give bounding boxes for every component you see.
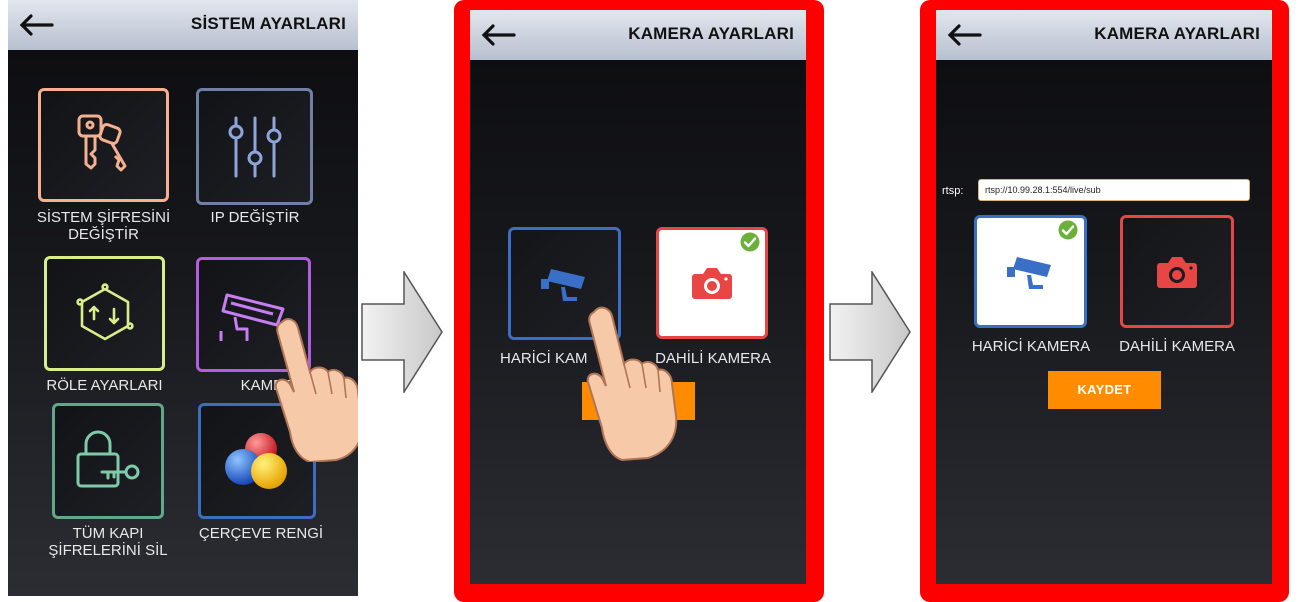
relay-circuit-icon	[75, 282, 134, 340]
photo-camera-icon	[692, 268, 732, 299]
arrow-left-icon[interactable]	[18, 14, 54, 36]
delete-door-passwords-line1: TÜM KAPI	[72, 525, 144, 542]
screen-camera-settings-step1: KAMERA AYARLARI HARİCİ KAM DAHİLİ KAMERA	[470, 10, 806, 584]
keys-icon	[77, 114, 126, 172]
top-bar: SİSTEM AYARLARI	[8, 0, 358, 50]
hand-pointer-icon	[586, 306, 678, 462]
sliders-icon	[228, 116, 281, 177]
ip-change-tile[interactable]	[196, 88, 313, 205]
security-camera-icon	[540, 268, 585, 301]
relay-settings-label: RÖLE AYARLARI	[46, 377, 163, 394]
arrow-right-icon	[361, 271, 443, 393]
rtsp-label: rtsp:	[942, 185, 964, 197]
arrow-right-icon	[829, 271, 911, 393]
frame-color-label: ÇERÇEVE RENGİ	[198, 525, 324, 542]
save-button[interactable]: KAYDET	[1048, 371, 1161, 409]
top-bar: KAMERA AYARLARI	[470, 10, 806, 60]
arrow-left-icon[interactable]	[480, 24, 516, 46]
system-password-label-line2: DEĞİŞTİR	[68, 226, 139, 243]
photo-camera-icon	[1157, 256, 1197, 288]
screen-camera-settings-step2: KAMERA AYARLARI rtsp: rtsp://10.99.28.1:…	[936, 10, 1272, 584]
delete-door-passwords-line2: ŞİFRELERİNİ SİL	[48, 542, 168, 559]
screen-system-settings: SİSTEM AYARLARI SİSTEM ŞİFRESİNİ DEĞİŞTİ…	[8, 0, 358, 596]
system-password-label: SİSTEM ŞİFRESİNİ DEĞİŞTİR	[26, 209, 181, 243]
delete-door-passwords-tile[interactable]	[52, 403, 164, 519]
external-camera-label: HARİCİ KAMERA	[971, 338, 1091, 355]
delete-door-passwords-label: TÜM KAPI ŞİFRELERİNİ SİL	[30, 525, 186, 559]
ip-change-label: IP DEĞİŞTİR	[210, 209, 300, 226]
rtsp-url-input[interactable]: rtsp://10.99.28.1:554/live/sub	[978, 179, 1250, 201]
internal-camera-label: DAHİLİ KAMERA	[1119, 338, 1235, 355]
hand-pointer-icon	[274, 318, 358, 462]
arrow-left-icon[interactable]	[946, 24, 982, 46]
security-camera-icon	[1006, 256, 1051, 289]
check-icon	[1058, 220, 1078, 240]
relay-settings-tile[interactable]	[44, 256, 165, 371]
page-title: SİSTEM AYARLARI	[190, 14, 346, 33]
top-bar: KAMERA AYARLARI	[936, 10, 1272, 60]
system-password-label-line1: SİSTEM ŞİFRESİNİ	[36, 209, 171, 226]
system-password-tile[interactable]	[38, 88, 169, 202]
page-title: KAMERA AYARLARI	[1094, 24, 1260, 43]
lock-key-icon	[76, 430, 140, 488]
internal-camera-tile[interactable]	[1120, 215, 1234, 328]
check-icon	[740, 232, 760, 252]
page-title: KAMERA AYARLARI	[628, 24, 794, 43]
